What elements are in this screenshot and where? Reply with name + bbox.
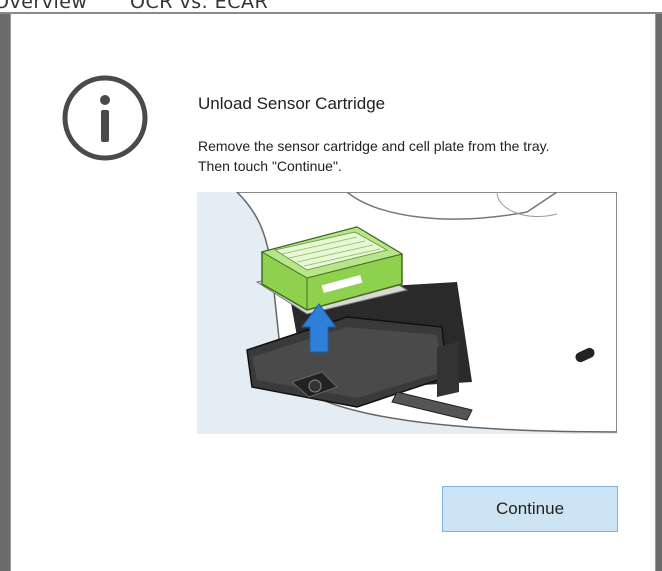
dialog-message: Remove the sensor cartridge and cell pla… bbox=[198, 136, 638, 176]
info-icon bbox=[62, 75, 148, 161]
background-window: Overview OCR vs. ECAR bbox=[0, 0, 662, 14]
dialog-message-line-2: Then touch "Continue". bbox=[198, 158, 342, 174]
dialog-title: Unload Sensor Cartridge bbox=[198, 94, 386, 113]
continue-button[interactable]: Continue bbox=[442, 486, 618, 532]
instrument-tray-illustration bbox=[197, 192, 617, 434]
dialog-message-line-1: Remove the sensor cartridge and cell pla… bbox=[198, 138, 550, 154]
unload-cartridge-dialog: Unload Sensor Cartridge Remove the senso… bbox=[10, 14, 656, 571]
